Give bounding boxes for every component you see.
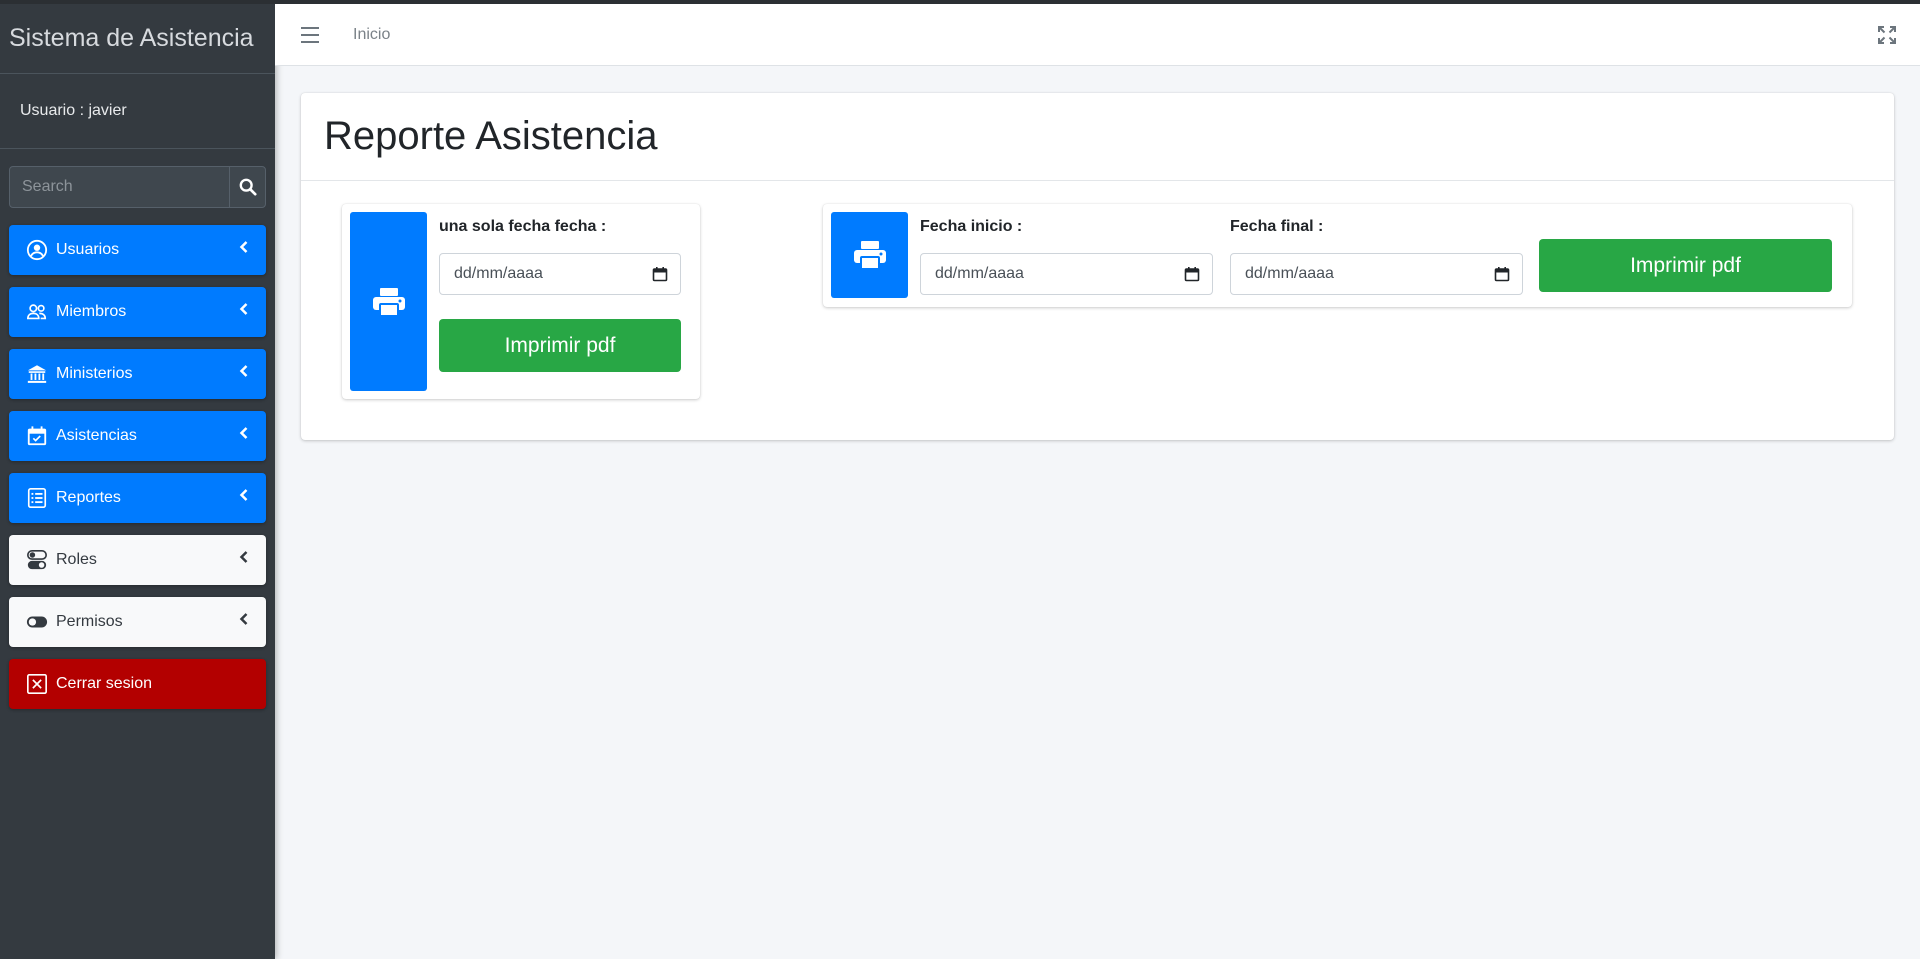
printer-tile <box>350 212 427 391</box>
top-navbar: Inicio <box>275 4 1920 66</box>
date-placeholder: dd/mm/aaaa <box>454 265 543 282</box>
search-button[interactable] <box>229 167 265 207</box>
date-placeholder: dd/mm/aaaa <box>1245 265 1334 282</box>
print-icon <box>853 241 886 270</box>
toggles-icon <box>25 548 49 572</box>
sidebar-item-roles[interactable]: Roles <box>9 535 266 585</box>
sidebar: Sistema de Asistencia Usuario : javier U… <box>0 4 275 959</box>
logout-button[interactable]: Cerrar sesion <box>9 659 266 709</box>
print-pdf-range-button[interactable]: Imprimir pdf <box>1539 239 1832 292</box>
sidebar-item-label: Usuarios <box>56 241 120 258</box>
chevron-left-icon <box>238 487 250 503</box>
top-border <box>0 0 1920 4</box>
end-date-label: Fecha final : <box>1230 218 1324 235</box>
sidebar-item-usuarios[interactable]: Usuarios <box>9 225 266 275</box>
date-placeholder: dd/mm/aaaa <box>935 265 1024 282</box>
calendar-icon[interactable] <box>1184 266 1200 282</box>
sidebar-item-label: Miembros <box>56 303 127 320</box>
chevron-left-icon <box>238 301 250 317</box>
sidebar-item-reportes[interactable]: Reportes <box>9 473 266 523</box>
calendar-icon[interactable] <box>652 266 668 282</box>
print-icon <box>372 287 405 317</box>
sidebar-item-miembros[interactable]: Miembros <box>9 287 266 337</box>
single-date-label: una sola fecha fecha : <box>439 218 607 235</box>
single-date-input[interactable]: dd/mm/aaaa <box>439 253 681 295</box>
sidebar-item-label: Asistencias <box>56 427 137 444</box>
sidebar-item-label: Ministerios <box>56 365 133 382</box>
chevron-left-icon <box>238 363 250 379</box>
start-date-label: Fecha inicio : <box>920 218 1023 235</box>
report-card: Reporte Asistencia una sola fecha fecha … <box>301 93 1894 440</box>
toggle-icon <box>25 610 49 634</box>
users-icon <box>25 300 49 324</box>
sidebar-item-label: Reportes <box>56 489 121 506</box>
report-list-icon <box>25 486 49 510</box>
menu-toggle-icon[interactable] <box>301 26 319 43</box>
calendar-check-icon <box>25 424 49 448</box>
calendar-icon[interactable] <box>1494 266 1510 282</box>
close-square-icon <box>25 672 49 696</box>
user-label[interactable]: Usuario : javier <box>0 74 275 149</box>
date-range-box: Fecha inicio : dd/mm/aaaa Fecha final : … <box>823 204 1852 307</box>
brand-title[interactable]: Sistema de Asistencia <box>0 4 275 74</box>
chevron-left-icon <box>238 425 250 441</box>
user-circle-icon <box>25 238 49 262</box>
sidebar-search <box>9 166 266 208</box>
sidebar-item-permisos[interactable]: Permisos <box>9 597 266 647</box>
fullscreen-icon[interactable] <box>1878 26 1896 44</box>
nav-link-inicio[interactable]: Inicio <box>353 26 390 44</box>
sidebar-menu: Usuarios Miembros Ministerios Asistencia… <box>9 225 266 721</box>
logout-label: Cerrar sesion <box>56 675 153 692</box>
institution-icon <box>25 362 49 386</box>
start-date-input[interactable]: dd/mm/aaaa <box>920 253 1213 295</box>
printer-tile <box>831 212 908 298</box>
sidebar-item-ministerios[interactable]: Ministerios <box>9 349 266 399</box>
search-icon <box>239 178 257 196</box>
search-input[interactable] <box>10 167 229 207</box>
end-date-input[interactable]: dd/mm/aaaa <box>1230 253 1523 295</box>
chevron-left-icon <box>238 239 250 255</box>
chevron-left-icon <box>238 611 250 627</box>
sidebar-item-asistencias[interactable]: Asistencias <box>9 411 266 461</box>
sidebar-item-label: Permisos <box>56 613 123 630</box>
page-title: Reporte Asistencia <box>324 114 658 158</box>
card-header: Reporte Asistencia <box>301 93 1894 181</box>
single-date-box: una sola fecha fecha : dd/mm/aaaa Imprim… <box>342 204 700 399</box>
print-pdf-single-button[interactable]: Imprimir pdf <box>439 319 681 372</box>
chevron-left-icon <box>238 549 250 565</box>
sidebar-item-label: Roles <box>56 551 97 568</box>
